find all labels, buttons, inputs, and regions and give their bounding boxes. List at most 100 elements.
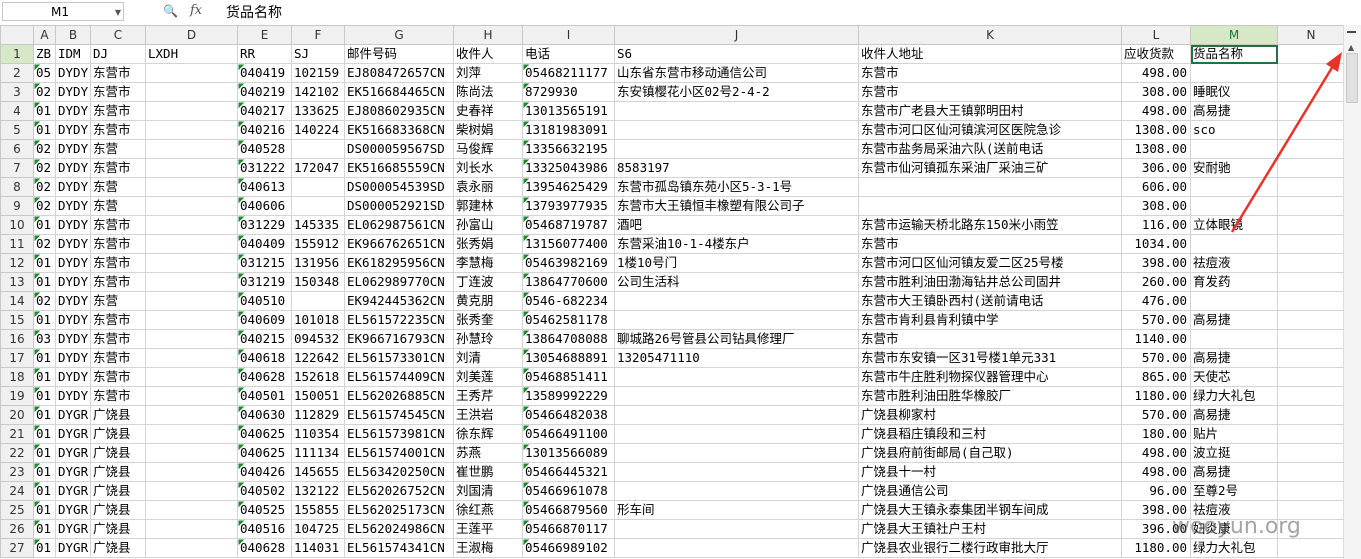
cell[interactable]: 广饶县大王镇社户王村 — [858, 519, 1122, 539]
row-header[interactable]: 18 — [0, 367, 34, 387]
cell[interactable]: DS000059567SD — [344, 139, 454, 159]
cell[interactable]: 570.00 — [1121, 310, 1191, 330]
cell[interactable]: 东营市 — [90, 158, 146, 178]
cell[interactable]: 东营市 — [90, 234, 146, 254]
cell[interactable] — [1277, 158, 1345, 178]
column-header-n[interactable]: N — [1277, 25, 1345, 45]
row-header[interactable]: 1 — [0, 44, 34, 64]
cell[interactable]: 040525 — [237, 500, 292, 520]
cell[interactable]: 02 — [33, 139, 56, 159]
cell[interactable]: DYDY — [55, 329, 91, 349]
cell[interactable]: DYGR — [55, 481, 91, 501]
cell[interactable]: EL562026885CN — [344, 386, 454, 406]
column-header-a[interactable]: A — [33, 25, 56, 45]
cell[interactable]: 广饶县 — [90, 405, 146, 425]
cell[interactable]: 040618 — [237, 348, 292, 368]
row-header[interactable]: 23 — [0, 462, 34, 482]
cell[interactable]: EL562026752CN — [344, 481, 454, 501]
cell[interactable] — [1277, 234, 1345, 254]
cell[interactable] — [145, 329, 238, 349]
cell[interactable]: 广饶县 — [90, 424, 146, 444]
cell[interactable]: 东营市盐务局采油六队(送前电话 — [858, 139, 1122, 159]
cell[interactable]: 东营市 — [90, 329, 146, 349]
cell[interactable]: 高易捷 — [1190, 348, 1278, 368]
cell[interactable]: 606.00 — [1121, 177, 1191, 197]
cell[interactable]: 丁连波 — [453, 272, 523, 292]
cell[interactable]: 122642 — [291, 348, 345, 368]
cell[interactable]: 13156077400 — [522, 234, 615, 254]
cell[interactable]: 东营市 — [90, 310, 146, 330]
cell[interactable] — [145, 272, 238, 292]
cell[interactable]: 东营市仙河镇孤东采油厂采油三矿 — [858, 158, 1122, 178]
cell[interactable] — [1277, 443, 1345, 463]
cell[interactable] — [1277, 405, 1345, 425]
cell[interactable]: 13205471110 — [614, 348, 859, 368]
cell[interactable]: 02 — [33, 291, 56, 311]
cell[interactable] — [145, 215, 238, 235]
cell[interactable]: 155912 — [291, 234, 345, 254]
cell[interactable] — [145, 291, 238, 311]
cell[interactable]: 1楼10号门 — [614, 253, 859, 273]
cell[interactable] — [145, 253, 238, 273]
cell[interactable] — [614, 310, 859, 330]
cell[interactable]: 13013566089 — [522, 443, 615, 463]
cell[interactable]: 东营市肯利县肯利镇中学 — [858, 310, 1122, 330]
cell[interactable]: 570.00 — [1121, 348, 1191, 368]
cell[interactable]: DYGR — [55, 443, 91, 463]
cell[interactable]: 040501 — [237, 386, 292, 406]
row-header[interactable]: 22 — [0, 443, 34, 463]
cell[interactable]: 398.00 — [1121, 253, 1191, 273]
column-header-m[interactable]: M — [1190, 25, 1278, 45]
cell[interactable]: 040630 — [237, 405, 292, 425]
cell[interactable]: 张秀娟 — [453, 234, 523, 254]
cell[interactable]: 广饶县府前街邮局(自己取) — [858, 443, 1122, 463]
column-header-k[interactable]: K — [858, 25, 1122, 45]
cell[interactable]: 刘美莲 — [453, 367, 523, 387]
cell[interactable]: 广饶县稻庄镇段和三村 — [858, 424, 1122, 444]
cell[interactable] — [1277, 82, 1345, 102]
cell[interactable]: EL561574001CN — [344, 443, 454, 463]
chevron-down-icon[interactable]: ▼ — [115, 3, 121, 22]
cell[interactable]: 东营 — [90, 139, 146, 159]
cell[interactable]: 高易捷 — [1190, 405, 1278, 425]
cell[interactable]: 306.00 — [1121, 158, 1191, 178]
cell[interactable] — [145, 82, 238, 102]
cell[interactable]: EL561573981CN — [344, 424, 454, 444]
cell[interactable]: 东营采油10-1-4楼东户 — [614, 234, 859, 254]
cell[interactable]: DYDY — [55, 348, 91, 368]
cell[interactable]: DYDY — [55, 234, 91, 254]
cell[interactable]: 040409 — [237, 234, 292, 254]
cell[interactable]: 05468851411 — [522, 367, 615, 387]
cell[interactable]: LXDH — [145, 44, 238, 64]
cell[interactable]: 睡眠仪 — [1190, 82, 1278, 102]
cell[interactable]: 094532 — [291, 329, 345, 349]
cell[interactable]: 东营市 — [858, 63, 1122, 83]
cell[interactable] — [1277, 177, 1345, 197]
cell[interactable] — [145, 386, 238, 406]
cell[interactable]: 040516 — [237, 519, 292, 539]
cell[interactable]: DYDY — [55, 310, 91, 330]
cell[interactable]: 王淑梅 — [453, 538, 523, 558]
cell[interactable] — [614, 386, 859, 406]
cell[interactable]: 马俊辉 — [453, 139, 523, 159]
cell[interactable]: 13181983091 — [522, 120, 615, 140]
cell[interactable] — [1277, 253, 1345, 273]
cell[interactable] — [614, 462, 859, 482]
row-header[interactable]: 11 — [0, 234, 34, 254]
column-header-j[interactable]: J — [614, 25, 859, 45]
cell[interactable]: 1180.00 — [1121, 386, 1191, 406]
row-header[interactable]: 15 — [0, 310, 34, 330]
cell[interactable] — [614, 424, 859, 444]
cell[interactable] — [145, 177, 238, 197]
cell[interactable]: 040217 — [237, 101, 292, 121]
cell[interactable]: 116.00 — [1121, 215, 1191, 235]
cell[interactable]: 东营市牛庄胜利物探仪器管理中心 — [858, 367, 1122, 387]
cell[interactable] — [1190, 139, 1278, 159]
cell[interactable] — [614, 405, 859, 425]
cell[interactable]: DYDY — [55, 291, 91, 311]
cell[interactable]: 040609 — [237, 310, 292, 330]
cell[interactable]: 01 — [33, 405, 56, 425]
cell[interactable]: 山东省东营市移动通信公司 — [614, 63, 859, 83]
cell[interactable]: EL561573301CN — [344, 348, 454, 368]
cell[interactable]: RR — [237, 44, 292, 64]
